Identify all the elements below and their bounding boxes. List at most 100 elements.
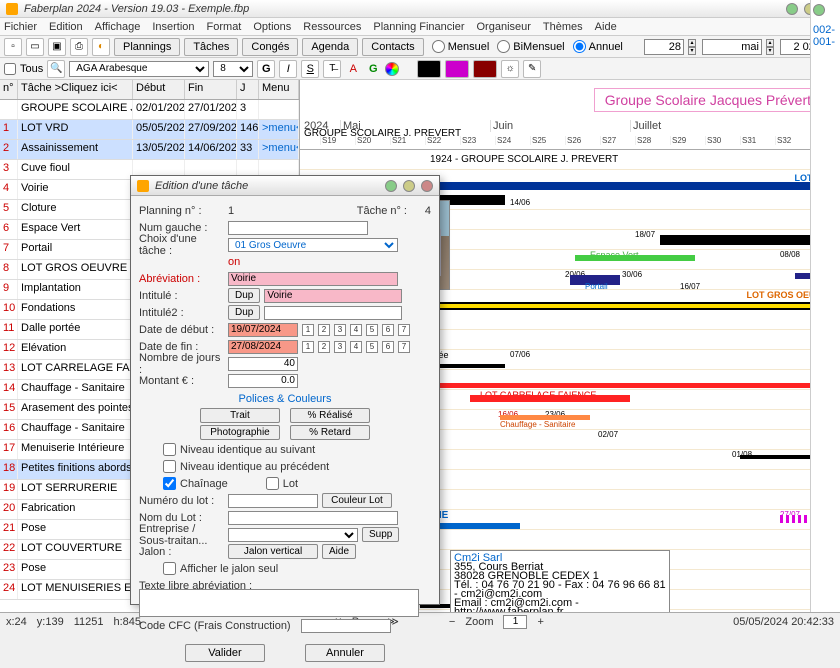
afficher-jalon-check[interactable] [163,562,176,575]
realise-button[interactable]: % Réalisé [290,408,370,423]
dd-2[interactable]: 2 [318,324,330,336]
nb-jours-input[interactable] [228,357,298,371]
zoom-out-icon[interactable]: − [449,616,455,628]
color1-icon[interactable] [417,60,441,78]
color2-icon[interactable] [445,60,469,78]
month-field[interactable] [702,39,762,55]
tab-agenda[interactable]: Agenda [302,38,358,56]
help-icon[interactable]: ◐ [92,38,110,56]
dlg-close-icon[interactable] [421,180,433,192]
palette-icon[interactable] [385,62,399,76]
date-fin-input[interactable] [228,340,298,354]
dd-5[interactable]: 5 [366,324,378,336]
italic-icon[interactable]: I [279,60,297,78]
jalon-vertical-button[interactable]: Jalon vertical [228,544,318,559]
tous-checkbox[interactable] [4,63,16,75]
aide-button[interactable]: Aide [322,544,356,559]
menu-themes[interactable]: Thèmes [543,21,583,33]
df-1[interactable]: 1 [302,341,314,353]
dd-1[interactable]: 1 [302,324,314,336]
photo-button[interactable]: Photographie [200,425,280,440]
retard-button[interactable]: % Retard [290,425,370,440]
intitule1-input[interactable] [264,289,402,303]
paint-icon[interactable]: ✎ [523,60,541,78]
dup2-button[interactable]: Dup [228,305,260,320]
choix-tache-select[interactable]: 01 Gros Oeuvre [228,238,398,252]
color3-icon[interactable] [473,60,497,78]
cfc-input[interactable] [301,619,391,633]
menu-aide[interactable]: Aide [595,21,617,33]
dlg-min-icon[interactable] [385,180,397,192]
bar-ev[interactable] [575,255,695,261]
menu-ressources[interactable]: Ressources [303,21,361,33]
bar-voirie[interactable] [660,235,830,245]
bold-icon[interactable]: G [257,60,275,78]
entreprise-select[interactable] [228,528,358,542]
df-3[interactable]: 3 [334,341,346,353]
dd-7[interactable]: 7 [398,324,410,336]
tab-conges[interactable]: Congés [242,38,298,56]
df-4[interactable]: 4 [350,341,362,353]
menu-organiseur[interactable]: Organiseur [477,21,531,33]
col-tache[interactable]: Tâche >Cliquez ici< [18,80,133,99]
annuler-button[interactable]: Annuler [305,644,385,662]
bar-lcf[interactable] [470,395,630,402]
lot-check[interactable] [266,477,279,490]
size-select[interactable]: 8 [213,61,253,77]
menu-insertion[interactable]: Insertion [152,21,194,33]
radio-bimensuel[interactable]: BiMensuel [497,40,564,53]
bar-cs[interactable] [500,415,590,420]
sun-icon[interactable]: ☼ [501,60,519,78]
date-debut-input[interactable] [228,323,298,337]
day-spinner[interactable]: ▴▾ [688,39,696,55]
valider-button[interactable]: Valider [185,644,265,662]
tab-taches[interactable]: Tâches [184,38,238,56]
save-icon[interactable]: ▣ [48,38,66,56]
table-row[interactable]: 2Assainissement13/05/202414/06/202433>me… [0,140,299,160]
montant-input[interactable] [228,374,298,388]
df-7[interactable]: 7 [398,341,410,353]
minimize-icon[interactable] [786,3,798,15]
menu-format[interactable]: Format [207,21,242,33]
abrev-input[interactable] [228,272,398,286]
radio-mensuel[interactable]: Mensuel [432,40,490,53]
dup1-button[interactable]: Dup [228,288,260,303]
num-gauche-input[interactable] [228,221,368,235]
dd-4[interactable]: 4 [350,324,362,336]
intitule2-input[interactable] [264,306,402,320]
dialog-titlebar[interactable]: Edition d'une tâche [131,176,439,196]
day-field[interactable] [644,39,684,55]
col-fin[interactable]: Fin [185,80,237,99]
texte-libre-input[interactable] [139,589,419,617]
radio-annuel[interactable]: Annuel [573,40,623,53]
niveau-precedent-check[interactable] [163,460,176,473]
print-icon[interactable]: ⎙ [70,38,88,56]
table-row[interactable]: 1LOT VRD05/05/202427/09/2024146>menu< [0,120,299,140]
tab-contacts[interactable]: Contacts [362,38,423,56]
col-menu[interactable]: Menu [259,80,299,99]
side-min-icon[interactable] [813,4,825,16]
menu-fichier[interactable]: Fichier [4,21,37,33]
col-debut[interactable]: Début [133,80,185,99]
strike-icon[interactable]: T̶ [323,60,341,78]
zoom-input[interactable] [503,615,527,629]
col-j[interactable]: J [237,80,259,99]
couleur-lot-button[interactable]: Couleur Lot [322,493,392,508]
nom-lot-input[interactable] [228,511,398,525]
dlg-max-icon[interactable] [403,180,415,192]
open-icon[interactable]: ▭ [26,38,44,56]
underline-icon[interactable]: S [301,60,319,78]
tab-plannings[interactable]: Plannings [114,38,180,56]
month-spinner[interactable]: ▴▾ [766,39,774,55]
menu-affichage[interactable]: Affichage [95,21,141,33]
zoom-icon[interactable]: 🔍 [47,60,65,78]
font-color-icon[interactable]: A [345,61,361,77]
chainage-check[interactable] [163,477,176,490]
zoom-in-icon[interactable]: + [537,616,543,628]
supp-button[interactable]: Supp [362,527,399,542]
niveau-suivant-check[interactable] [163,443,176,456]
new-icon[interactable]: ▫ [4,38,22,56]
trait-button[interactable]: Trait [200,408,280,423]
font-select[interactable]: AGA Arabesque [69,61,209,77]
menu-planning-financier[interactable]: Planning Financier [373,21,464,33]
